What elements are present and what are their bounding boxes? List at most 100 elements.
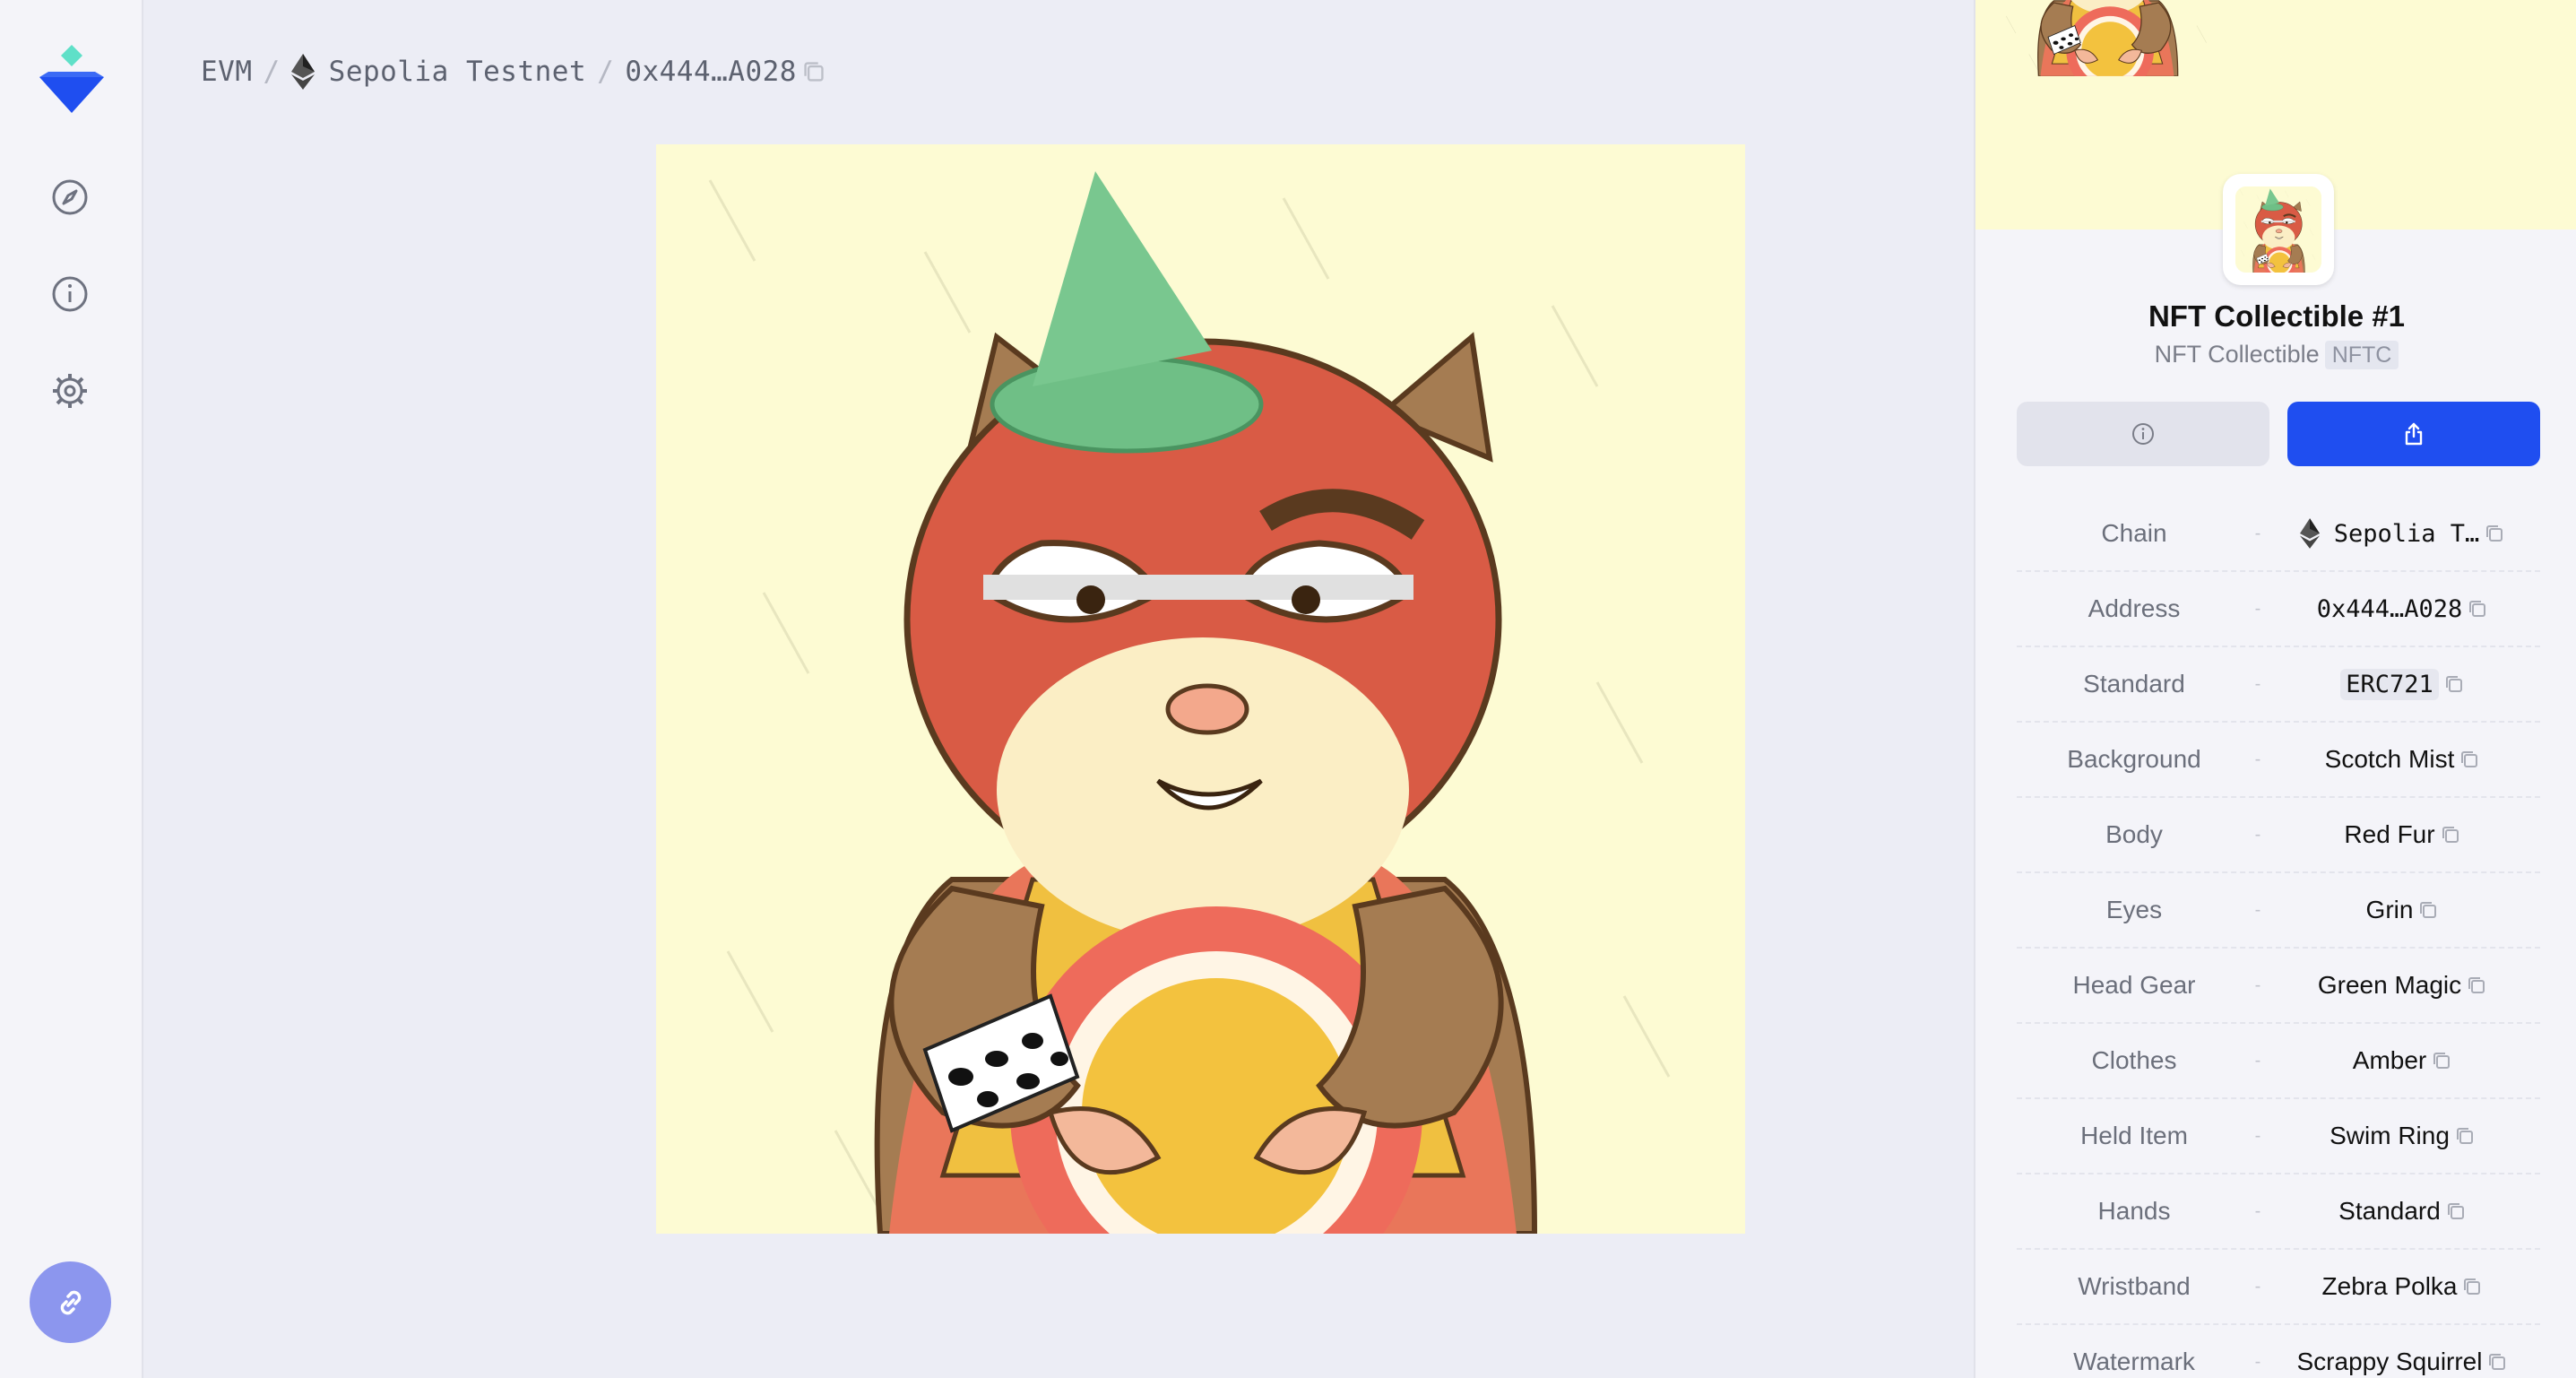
property-divider: - xyxy=(2254,975,2261,995)
property-divider: - xyxy=(2254,1125,2261,1146)
property-value-text[interactable]: Grin xyxy=(2366,896,2414,924)
property-value-text[interactable]: ERC721 xyxy=(2340,668,2439,700)
breadcrumb: EVM / Sepolia Testnet / 0x444…A028 xyxy=(201,52,826,91)
property-row: Clothes - Amber xyxy=(2017,1024,2540,1099)
property-divider: - xyxy=(2254,899,2261,920)
property-row: Address - 0x444…A028 xyxy=(2017,572,2540,647)
property-divider: - xyxy=(2254,523,2261,543)
nft-image xyxy=(656,144,1745,1234)
copy-icon[interactable] xyxy=(2487,1352,2507,1372)
copy-icon[interactable] xyxy=(2468,599,2487,619)
property-value-text[interactable]: Amber xyxy=(2353,1046,2426,1075)
breadcrumb-separator: / xyxy=(263,56,281,88)
property-key: Chain xyxy=(2101,519,2167,547)
property-divider: - xyxy=(2254,1276,2261,1296)
breadcrumb-separator: / xyxy=(597,56,615,88)
nft-collection: NFT Collectible NFTC xyxy=(1975,341,2576,369)
property-value: Red Fur xyxy=(2264,820,2540,849)
property-value-text[interactable]: Sepolia T… xyxy=(2334,520,2480,548)
property-divider: - xyxy=(2254,673,2261,694)
property-key: Hands xyxy=(2097,1197,2171,1225)
property-divider: - xyxy=(2254,598,2261,619)
property-key: Clothes xyxy=(2091,1046,2177,1074)
property-key: Background xyxy=(2067,745,2201,773)
property-divider: - xyxy=(2254,749,2261,769)
compass-icon[interactable] xyxy=(50,178,90,217)
info-icon[interactable] xyxy=(50,274,90,314)
link-icon[interactable] xyxy=(30,1261,111,1343)
property-divider: - xyxy=(2254,1200,2261,1221)
copy-icon[interactable] xyxy=(2446,1201,2466,1221)
info-button[interactable] xyxy=(2017,402,2269,466)
property-value-text[interactable]: Green Magic xyxy=(2318,971,2461,1000)
property-row: Background - Scotch Mist xyxy=(2017,723,2540,798)
nft-detail-panel: NFT Collectible #1 NFT Collectible NFTC C… xyxy=(1974,0,2576,1378)
property-value-text[interactable]: Scrappy Squirrel xyxy=(2297,1348,2483,1376)
copy-icon[interactable] xyxy=(2444,674,2464,694)
share-icon xyxy=(2405,422,2423,446)
property-key: Address xyxy=(2088,594,2181,622)
property-row: Eyes - Grin xyxy=(2017,873,2540,949)
property-value-text[interactable]: Red Fur xyxy=(2344,820,2434,849)
property-value: Swim Ring xyxy=(2264,1122,2540,1150)
collection-name: NFT Collectible xyxy=(2154,341,2320,368)
collection-symbol: NFTC xyxy=(2324,341,2399,369)
nft-title: NFT Collectible #1 xyxy=(2148,299,2406,333)
ethereum-icon xyxy=(291,54,315,90)
property-key: Head Gear xyxy=(2072,971,2196,999)
property-value: 0x444…A028 xyxy=(2264,595,2540,623)
property-value-text[interactable]: Standard xyxy=(2338,1197,2441,1226)
nft-thumbnail xyxy=(2223,174,2334,285)
property-key: Standard xyxy=(2083,670,2185,698)
property-key: Body xyxy=(2105,820,2163,848)
property-value: ERC721 xyxy=(2264,668,2540,700)
left-sidebar xyxy=(0,0,143,1378)
copy-icon[interactable] xyxy=(2455,1126,2475,1146)
property-value-text[interactable]: Zebra Polka xyxy=(2322,1272,2458,1301)
property-row: Body - Red Fur xyxy=(2017,798,2540,873)
property-value: Grin xyxy=(2264,896,2540,924)
property-divider: - xyxy=(2254,1351,2261,1372)
share-button[interactable] xyxy=(2287,402,2540,466)
copy-icon[interactable] xyxy=(2441,825,2460,845)
property-row: Standard - ERC721 xyxy=(2017,647,2540,723)
gear-icon[interactable] xyxy=(50,371,90,411)
property-value-text[interactable]: Scotch Mist xyxy=(2325,745,2455,774)
property-key: Eyes xyxy=(2105,896,2163,923)
properties-list: Chain - Sepolia T… Address - 0x444…A028 Standa… xyxy=(2017,497,2540,1378)
property-row: Chain - Sepolia T… xyxy=(2017,497,2540,572)
property-value: Scrappy Squirrel xyxy=(2264,1348,2540,1376)
property-value: Green Magic xyxy=(2264,971,2540,1000)
property-row: Head Gear - Green Magic xyxy=(2017,949,2540,1024)
ethereum-icon xyxy=(2300,518,2320,549)
property-row: Wristband - Zebra Polka xyxy=(2017,1250,2540,1325)
copy-icon[interactable] xyxy=(2459,750,2479,769)
copy-icon[interactable] xyxy=(2432,1051,2451,1070)
breadcrumb-network[interactable]: Sepolia Testnet xyxy=(329,56,586,88)
property-value: Sepolia T… xyxy=(2264,518,2540,549)
property-row: Watermark - Scrappy Squirrel xyxy=(2017,1325,2540,1378)
property-key: Watermark xyxy=(2073,1348,2195,1375)
property-key: Wristband xyxy=(2078,1272,2191,1300)
copy-icon[interactable] xyxy=(2467,975,2486,995)
copy-icon[interactable] xyxy=(2485,524,2504,543)
breadcrumb-root[interactable]: EVM xyxy=(201,56,253,88)
breadcrumb-address[interactable]: 0x444…A028 xyxy=(625,56,797,88)
info-icon xyxy=(2132,423,2154,445)
copy-icon[interactable] xyxy=(2418,900,2438,920)
property-value: Zebra Polka xyxy=(2264,1272,2540,1301)
property-value: Amber xyxy=(2264,1046,2540,1075)
property-key: Held Item xyxy=(2080,1122,2188,1149)
property-value: Standard xyxy=(2264,1197,2540,1226)
main-content: EVM / Sepolia Testnet / 0x444…A028 xyxy=(143,0,2053,1378)
property-value-text[interactable]: Swim Ring xyxy=(2330,1122,2450,1150)
copy-icon[interactable] xyxy=(802,60,826,83)
property-value: Scotch Mist xyxy=(2264,745,2540,774)
property-row: Held Item - Swim Ring xyxy=(2017,1099,2540,1174)
copy-icon[interactable] xyxy=(2462,1277,2482,1296)
property-divider: - xyxy=(2254,1050,2261,1070)
property-divider: - xyxy=(2254,824,2261,845)
property-value-text[interactable]: 0x444…A028 xyxy=(2317,595,2463,623)
property-row: Hands - Standard xyxy=(2017,1174,2540,1250)
diamond-logo-icon[interactable] xyxy=(36,41,108,118)
